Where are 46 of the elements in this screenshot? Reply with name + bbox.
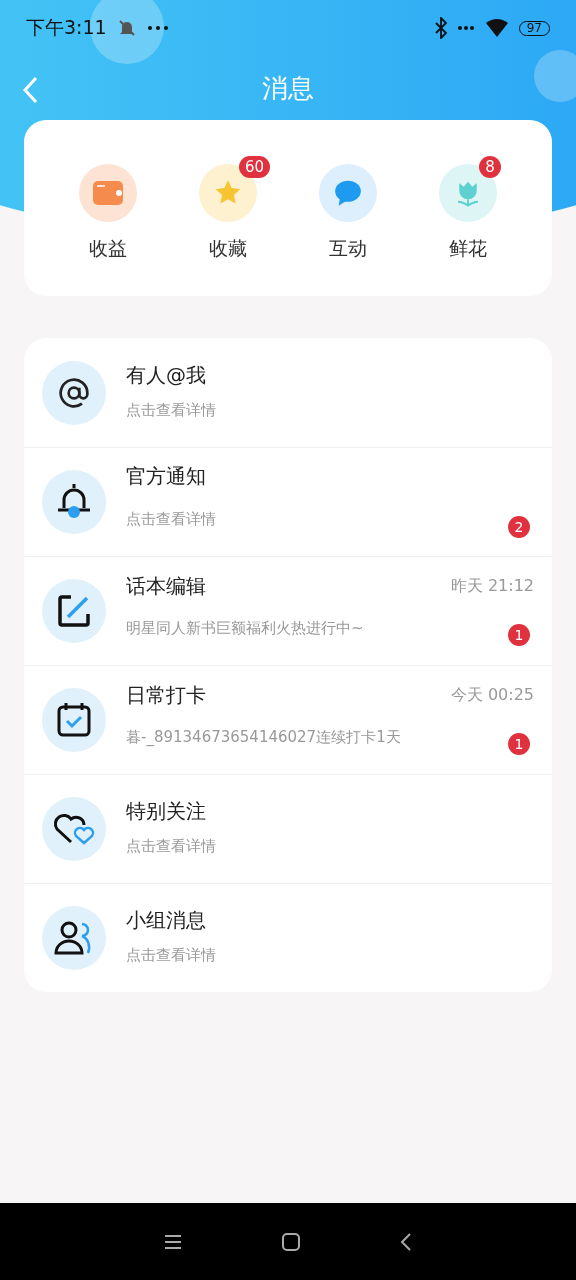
back-key[interactable] — [400, 1232, 412, 1251]
message-title: 特别关注 — [126, 798, 206, 825]
message-time: 昨天 21:12 — [450, 575, 534, 597]
signal-dots-icon — [456, 25, 475, 31]
message-preview: 点击查看详情 — [126, 946, 216, 965]
bluetooth-icon — [434, 17, 447, 39]
shortcut-button[interactable]: 60 收藏 — [168, 154, 288, 262]
message-title: 话本编辑 — [126, 572, 206, 600]
mute-icon — [116, 18, 137, 38]
message-preview: 点击查看详情 — [126, 400, 216, 420]
unread-badge: 2 — [508, 515, 530, 538]
message-row[interactable]: 日常打卡 今天 00:25 暮-_89134673654146027连续打卡1天 1 — [24, 665, 552, 774]
wifi-icon — [484, 18, 509, 38]
status-time: 下午3:11 — [26, 15, 107, 40]
message-title: 日常打卡 — [126, 681, 206, 709]
bubble-decoration — [534, 50, 576, 102]
message-title: 官方通知 — [126, 462, 206, 490]
shortcut-button[interactable]: 收益 — [48, 154, 168, 262]
home-key[interactable] — [282, 1232, 300, 1251]
at-sign-icon — [58, 376, 90, 409]
edit-icon — [57, 594, 91, 628]
message-preview: 暮-_89134673654146027连续打卡1天 — [126, 728, 401, 747]
message-preview: 明星同人新书巨额福利火热进行中~ — [126, 619, 364, 638]
message-row[interactable]: 话本编辑 昨天 21:12 明星同人新书巨额福利火热进行中~ 1 — [24, 556, 552, 665]
message-row[interactable]: 小组消息 点击查看详情 — [24, 883, 552, 992]
shortcut-button[interactable]: 8 鲜花 — [408, 154, 528, 262]
message-preview: 点击查看详情 — [126, 510, 216, 529]
message-row[interactable]: 特别关注 点击查看详情 — [24, 774, 552, 883]
shortcut-button[interactable]: 互动 — [288, 154, 408, 262]
count-badge: 60 — [239, 156, 271, 178]
message-row[interactable]: 有人@我 点击查看详情 — [24, 338, 552, 447]
unread-badge: 1 — [508, 732, 530, 755]
more-dots-icon — [146, 25, 169, 31]
page-title: 消息 — [262, 71, 314, 105]
message-row[interactable]: 官方通知 点击查看详情 2 — [24, 447, 552, 556]
message-title: 小组消息 — [126, 907, 206, 934]
unread-badge: 1 — [508, 623, 530, 646]
wallet-icon — [93, 181, 123, 205]
calendar-check-icon — [56, 702, 92, 738]
menu-key[interactable] — [164, 1233, 182, 1250]
message-preview: 点击查看详情 — [126, 837, 216, 856]
chat-bubble-icon — [334, 179, 362, 207]
hearts-icon — [53, 812, 95, 846]
message-time: 今天 00:25 — [450, 684, 534, 706]
message-title: 有人@我 — [126, 361, 206, 389]
count-badge: 8 — [479, 156, 501, 178]
